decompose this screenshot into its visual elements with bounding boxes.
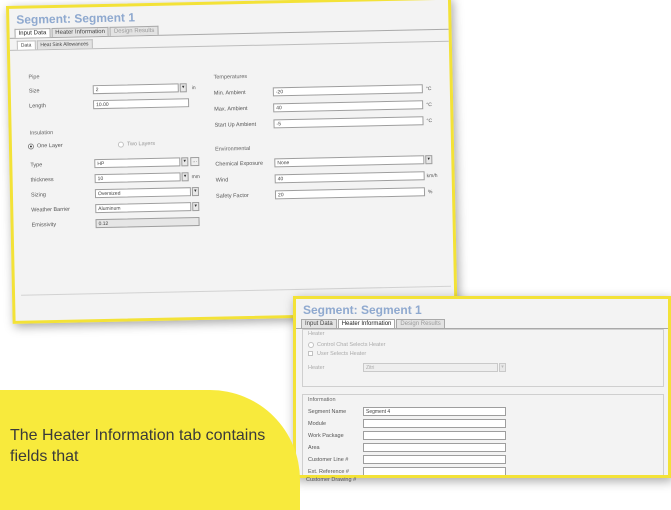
user-selects-heater-checkbox[interactable] [308, 351, 313, 356]
tab-design-results[interactable]: Design Results [109, 25, 159, 36]
heater-information-window-screenshot: Segment: Segment 1 Input Data Heater Inf… [293, 296, 671, 478]
control-selects-heater-label: Control Chat Selects Heater [317, 342, 386, 348]
segment-name-field[interactable]: Segment 4 [363, 407, 506, 416]
sizing-field[interactable]: Oversized [94, 187, 192, 199]
callout-text: The Heater Information tab contains fiel… [10, 427, 266, 465]
subtab-heat-sink-allowances[interactable]: Heat Sink Allowances [36, 39, 93, 50]
weather-barrier-label: Weather Barrier [31, 206, 71, 214]
heater-group-box [302, 329, 664, 387]
wind-label: Wind [215, 177, 229, 184]
safety-factor-unit: % [427, 189, 433, 196]
environmental-group-label: Environmental [214, 145, 251, 153]
wind-field[interactable]: 40 [274, 171, 425, 184]
ext-reference-field[interactable] [363, 467, 506, 475]
sizing-label: Sizing [30, 192, 47, 199]
work-package-field[interactable] [363, 431, 506, 440]
type-dropdown-button[interactable]: ▾ [181, 157, 189, 167]
control-selects-heater-radio[interactable] [308, 342, 314, 348]
segment-name-label: Segment Name [308, 409, 347, 415]
area-field[interactable] [363, 443, 506, 452]
size-field[interactable]: 2 [92, 83, 179, 95]
chemical-exposure-dropdown-button[interactable]: ▾ [425, 155, 433, 165]
input-data-window-screenshot: Segment: Segment 1 Input Data Heater Inf… [6, 0, 458, 324]
window-title: Segment: Segment 1 [303, 303, 422, 317]
startup-ambient-field[interactable]: -5 [273, 116, 424, 129]
sizing-dropdown-button[interactable]: ▾ [191, 187, 200, 197]
size-unit: in [191, 85, 196, 92]
two-layers-radio[interactable] [117, 141, 124, 148]
one-layer-radio[interactable] [27, 143, 35, 150]
max-ambient-label: Max. Ambient [214, 105, 248, 113]
pipe-group-label: Pipe [28, 74, 40, 81]
bottom-divider [21, 285, 451, 296]
min-ambient-unit: °C [425, 86, 432, 93]
weather-barrier-dropdown-button[interactable]: ▾ [192, 201, 200, 212]
temperatures-group-label: Temperatures [213, 73, 248, 81]
length-field[interactable]: 10.00 [92, 98, 190, 110]
size-label: Size [28, 88, 40, 95]
size-dropdown-button[interactable]: ▾ [179, 83, 187, 93]
tab-input-data[interactable]: Input Data [14, 28, 51, 38]
safety-factor-label: Safety Factor [215, 192, 249, 200]
chemical-exposure-label: Chemical Exposure [215, 160, 264, 168]
work-package-label: Work Package [308, 433, 344, 439]
user-selects-heater-label: User Selects Heater [317, 351, 367, 357]
length-label: Length [29, 103, 46, 110]
thickness-dropdown-button[interactable]: ▾ [181, 172, 189, 182]
one-layer-label: One Layer [36, 142, 63, 150]
startup-ambient-label: Start Up Ambient [214, 121, 257, 129]
heater-field[interactable]: Zitri [363, 363, 498, 372]
type-browse-button[interactable]: … [190, 156, 200, 167]
tab-heater-information[interactable]: Heater Information [51, 26, 110, 38]
thickness-unit: mm [191, 173, 201, 181]
tab-design-results[interactable]: Design Results [396, 319, 445, 328]
heater-group-label: Heater [308, 331, 325, 337]
min-ambient-field[interactable]: -20 [272, 84, 423, 97]
insulation-group-label: Insulation [29, 130, 54, 137]
module-field[interactable] [363, 419, 506, 428]
customer-line-label: Customer Line # [308, 457, 349, 463]
tab-heater-information[interactable]: Heater Information [337, 319, 396, 328]
safety-factor-field[interactable]: 20 [274, 187, 426, 200]
type-label: Type [30, 162, 43, 169]
thickness-label: thickness [30, 177, 54, 184]
heater-dropdown-button[interactable]: ▾ [499, 363, 506, 372]
main-tabs: Input Data Heater Information Design Res… [296, 319, 668, 329]
information-group-label: Information [308, 397, 336, 403]
startup-ambient-unit: °C [426, 118, 433, 125]
ext-reference-label: Ext. Reference # [308, 469, 349, 475]
chemical-exposure-field[interactable]: None [274, 155, 425, 168]
min-ambient-label: Min. Ambient [213, 90, 246, 97]
max-ambient-field[interactable]: 40 [273, 100, 424, 113]
module-label: Module [308, 421, 327, 427]
tab-input-data[interactable]: Input Data [301, 319, 337, 328]
emissivity-label: Emissivity [31, 222, 57, 229]
subtab-data[interactable]: Data [16, 40, 36, 50]
wind-unit: km/h [426, 173, 438, 180]
max-ambient-unit: °C [426, 102, 432, 109]
weather-barrier-field[interactable]: Aluminum [95, 202, 192, 214]
two-layers-label: Two Layers [126, 140, 156, 148]
customer-line-field[interactable] [363, 455, 506, 464]
heater-label: Heater [308, 365, 325, 371]
area-label: Area [308, 445, 320, 451]
thickness-field[interactable]: 10 [94, 172, 181, 184]
type-field[interactable]: HP [94, 157, 181, 169]
emissivity-field: 0.12 [95, 216, 200, 229]
